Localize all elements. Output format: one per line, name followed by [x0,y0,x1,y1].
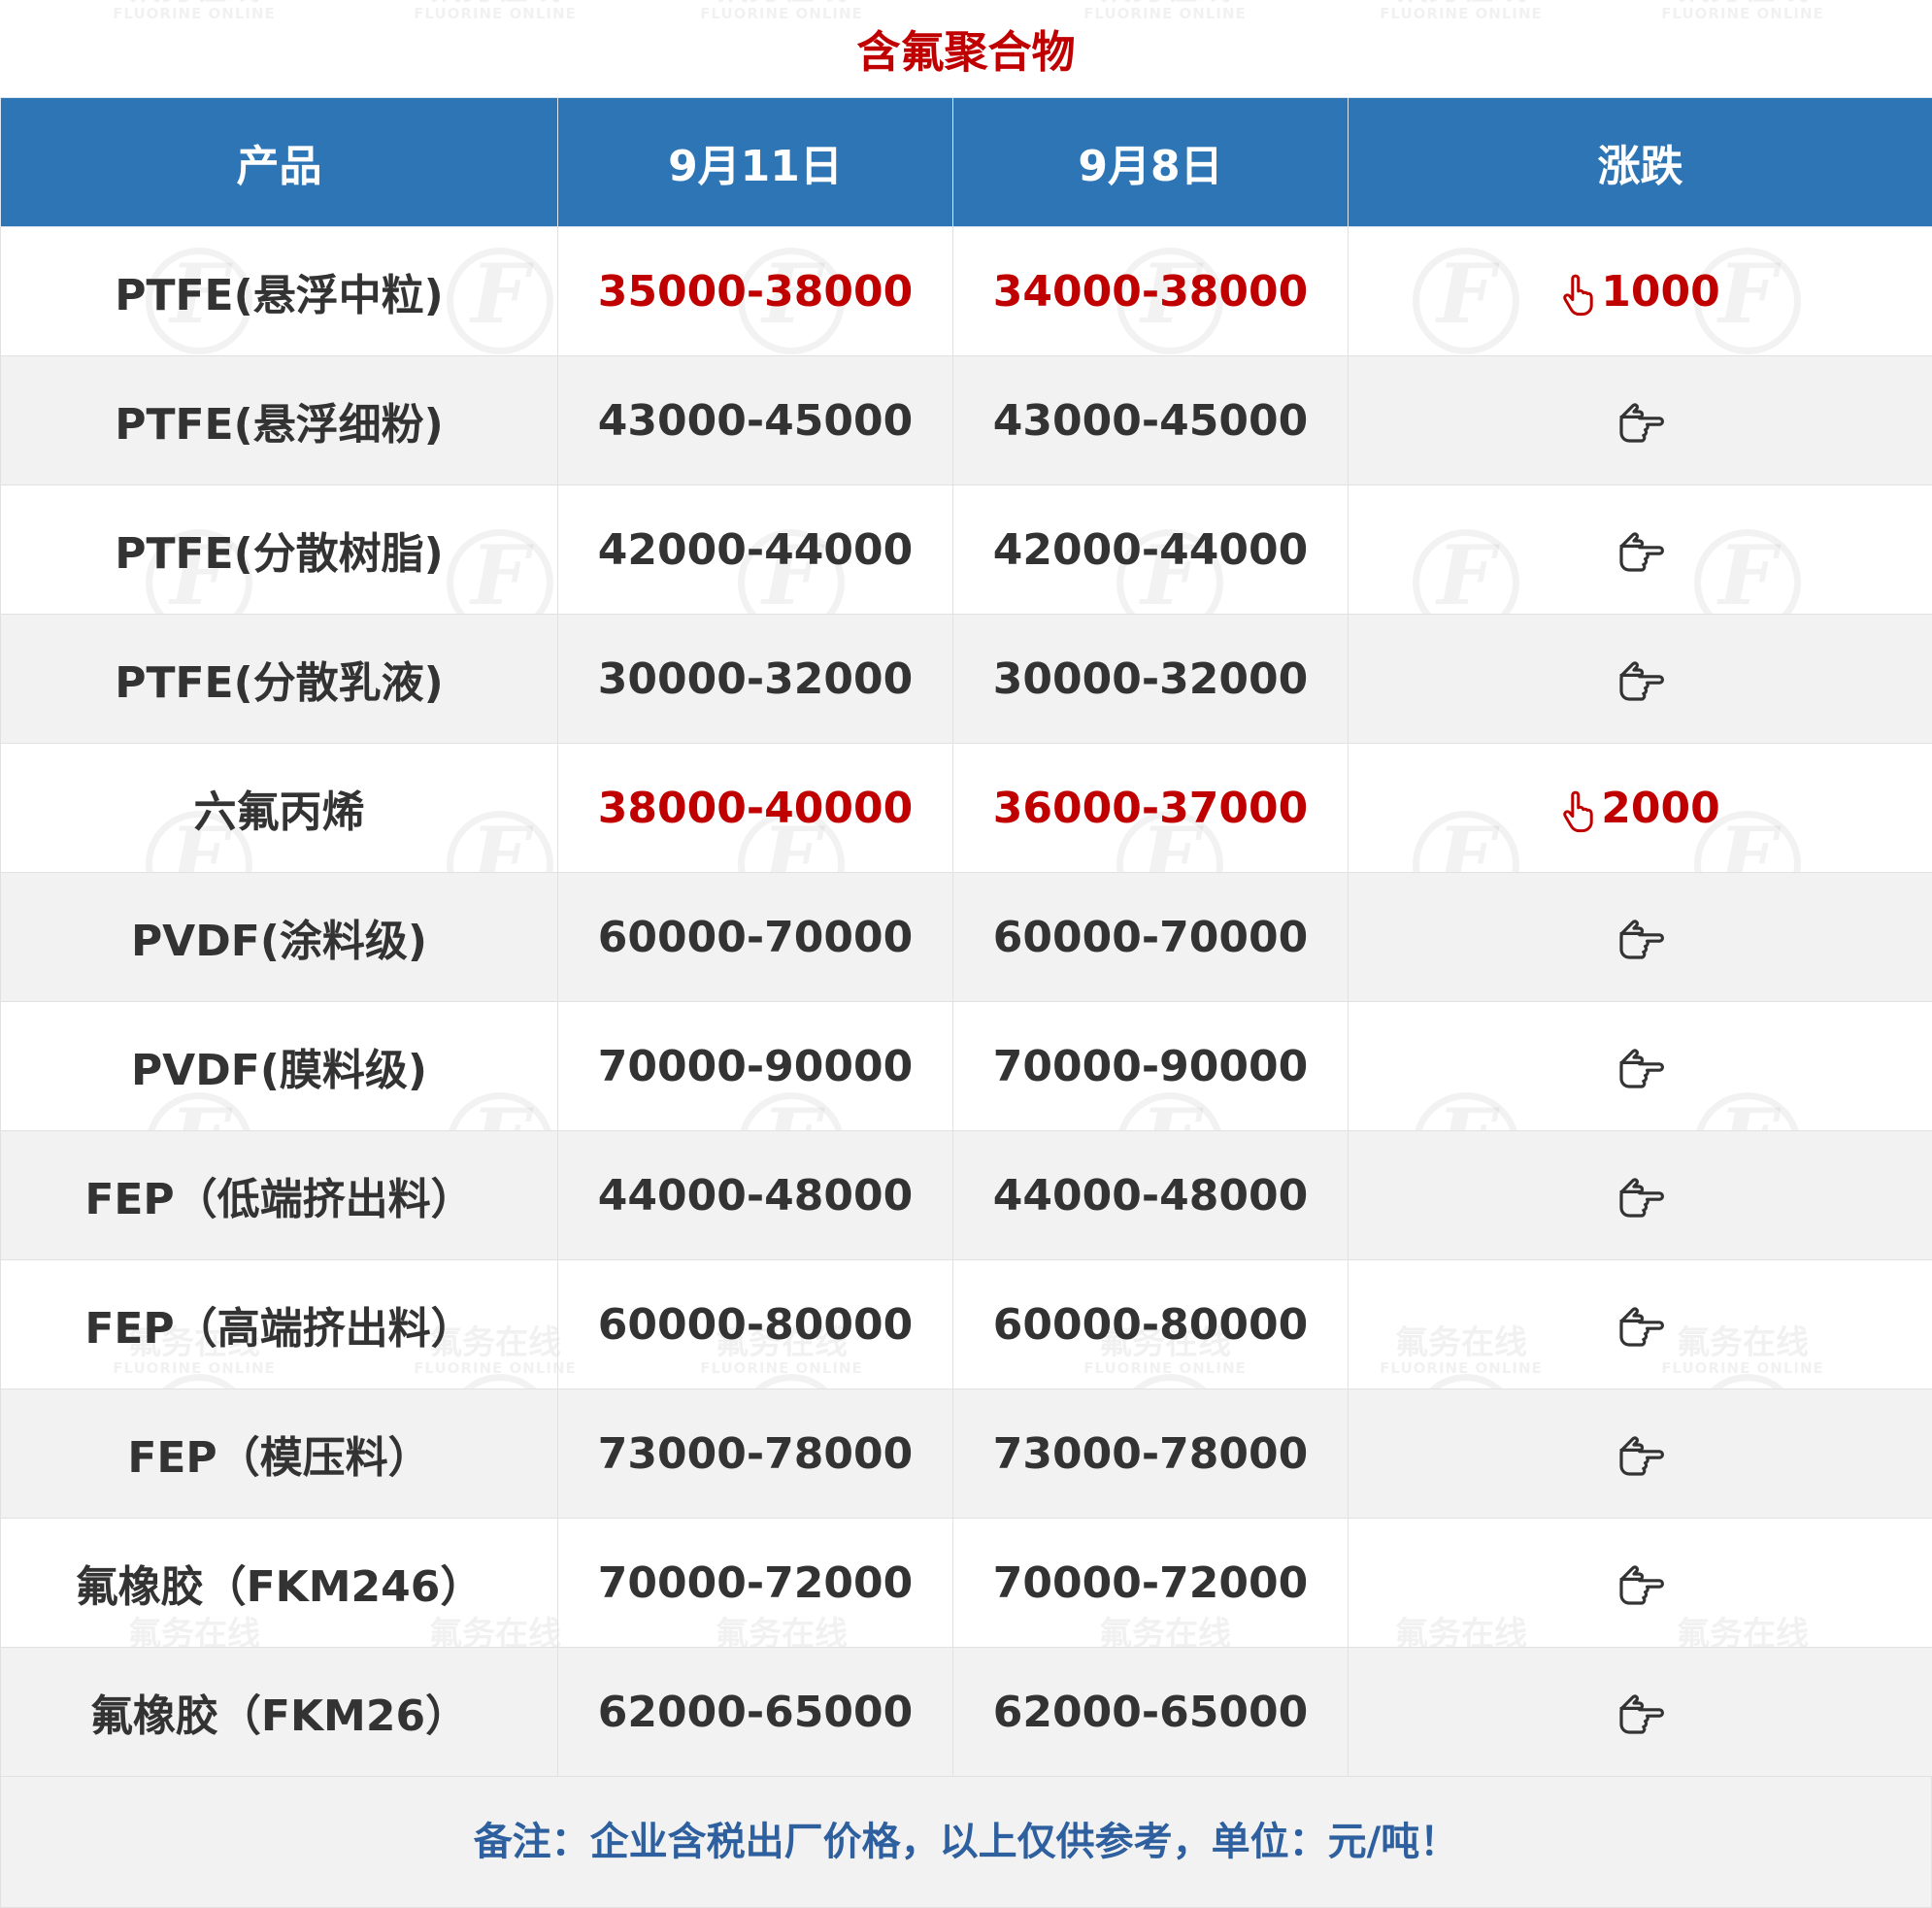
product-name: FEP（高端挤出料） [1,1260,558,1389]
price-table: 产品 9月11日 9月8日 涨跌 PTFE(悬浮中粒)35000-3800034… [0,97,1932,1777]
price-change [1349,615,1932,744]
price-current: 73000-78000 [558,1389,953,1519]
price-current: 30000-32000 [558,615,953,744]
header-product: 产品 [1,98,558,227]
table-row: PTFE(悬浮细粉)43000-4500043000-45000 [1,356,1932,485]
page-title: 含氟聚合物 [0,0,1932,97]
change-value: 1000 [1601,267,1719,317]
price-change [1349,1389,1932,1519]
table-row: PTFE(悬浮中粒)35000-3800034000-38000 1000 [1,227,1932,356]
price-current: 42000-44000 [558,485,953,615]
price-change [1349,1260,1932,1389]
price-current: 70000-90000 [558,1002,953,1131]
price-change [1349,1131,1932,1260]
product-name: PTFE(分散乳液) [1,615,558,744]
product-name: PTFE(分散树脂) [1,485,558,615]
price-previous: 60000-70000 [953,873,1349,1002]
price-change [1349,873,1932,1002]
price-previous: 73000-78000 [953,1389,1349,1519]
price-change: 1000 [1349,227,1932,356]
hand-pointing-right-icon [1616,1171,1666,1221]
hand-pointing-right-icon [1616,396,1666,446]
header-change: 涨跌 [1349,98,1932,227]
table-row: PVDF(涂料级)60000-7000060000-70000 [1,873,1932,1002]
price-previous: 30000-32000 [953,615,1349,744]
price-current: 62000-65000 [558,1648,953,1777]
price-current: 38000-40000 [558,744,953,873]
price-previous: 43000-45000 [953,356,1349,485]
price-current: 70000-72000 [558,1519,953,1648]
hand-pointing-right-icon [1616,1042,1666,1091]
product-name: 六氟丙烯 [1,744,558,873]
price-previous: 44000-48000 [953,1131,1349,1260]
product-name: 氟橡胶（FKM246） [1,1519,558,1648]
table-row: PTFE(分散乳液)30000-3200030000-32000 [1,615,1932,744]
price-previous: 70000-90000 [953,1002,1349,1131]
table-row: PVDF(膜料级)70000-9000070000-90000 [1,1002,1932,1131]
hand-pointing-up-icon [1560,784,1601,833]
price-change [1349,356,1932,485]
hand-pointing-right-icon [1616,1300,1666,1350]
price-change [1349,1002,1932,1131]
price-previous: 70000-72000 [953,1519,1349,1648]
change-value: 2000 [1601,784,1719,833]
table-row: 六氟丙烯38000-4000036000-37000 2000 [1,744,1932,873]
price-previous: 42000-44000 [953,485,1349,615]
price-current: 35000-38000 [558,227,953,356]
hand-pointing-right-icon [1616,1558,1666,1608]
table-row: FEP（高端挤出料）60000-8000060000-80000 [1,1260,1932,1389]
hand-pointing-right-icon [1616,1429,1666,1479]
price-previous: 62000-65000 [953,1648,1349,1777]
product-name: 氟橡胶（FKM26） [1,1648,558,1777]
price-change [1349,1519,1932,1648]
price-current: 60000-70000 [558,873,953,1002]
price-previous: 34000-38000 [953,227,1349,356]
price-change [1349,1648,1932,1777]
header-current-date: 9月11日 [558,98,953,227]
table-row: 氟橡胶（FKM26）62000-6500062000-65000 [1,1648,1932,1777]
table-row: FEP（模压料）73000-7800073000-78000 [1,1389,1932,1519]
hand-pointing-up-icon [1560,267,1601,317]
price-current: 43000-45000 [558,356,953,485]
table-row: FEP（低端挤出料）44000-4800044000-48000 [1,1131,1932,1260]
price-previous: 60000-80000 [953,1260,1349,1389]
table-row: 氟橡胶（FKM246）70000-7200070000-72000 [1,1519,1932,1648]
price-change: 2000 [1349,744,1932,873]
product-name: PVDF(膜料级) [1,1002,558,1131]
product-name: PTFE(悬浮中粒) [1,227,558,356]
hand-pointing-right-icon [1616,1688,1666,1737]
hand-pointing-right-icon [1616,654,1666,704]
header-previous-date: 9月8日 [953,98,1349,227]
hand-pointing-right-icon [1616,525,1666,575]
price-change [1349,485,1932,615]
product-name: PVDF(涂料级) [1,873,558,1002]
price-current: 44000-48000 [558,1131,953,1260]
product-name: PTFE(悬浮细粉) [1,356,558,485]
price-current: 60000-80000 [558,1260,953,1389]
product-name: FEP（低端挤出料） [1,1131,558,1260]
product-name: FEP（模压料） [1,1389,558,1519]
table-header-row: 产品 9月11日 9月8日 涨跌 [1,98,1932,227]
hand-pointing-right-icon [1616,913,1666,962]
table-row: PTFE(分散树脂)42000-4400042000-44000 [1,485,1932,615]
price-previous: 36000-37000 [953,744,1349,873]
footnote: 备注：企业含税出厂价格，以上仅供参考，单位：元/吨！ [0,1777,1932,1908]
